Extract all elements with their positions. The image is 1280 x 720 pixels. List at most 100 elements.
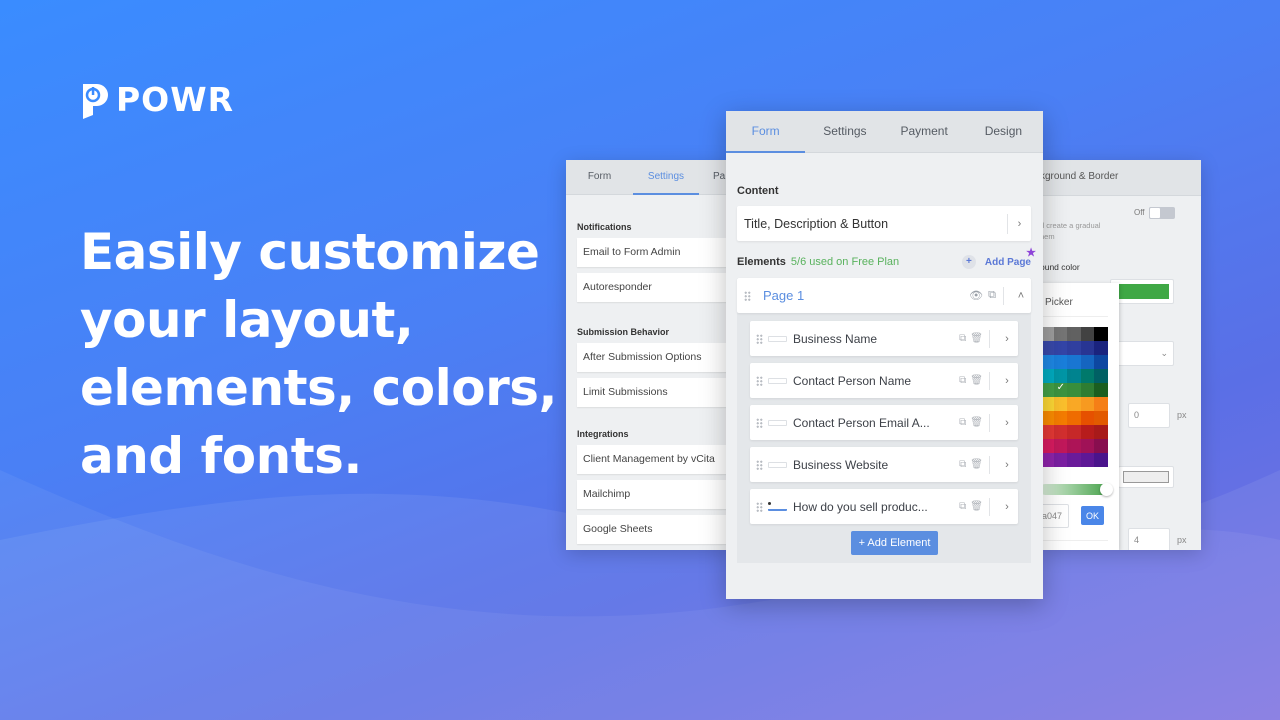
form-element-item[interactable]: Contact Person Email A... ⧉ 🗑 › [750,405,1018,440]
form-element-item[interactable]: Business Website ⧉ 🗑 › [750,447,1018,482]
color-swatch[interactable] [1080,453,1095,467]
settings-item[interactable]: Autoresponder [577,273,731,302]
chevron-up-icon[interactable]: ˄ [1011,290,1031,302]
tab-settings[interactable]: Settings [805,111,884,152]
color-swatch[interactable] [1094,355,1108,369]
color-swatch[interactable] [1053,341,1068,355]
color-swatch[interactable] [1067,425,1081,439]
color-swatch[interactable] [1053,425,1068,439]
color-swatch[interactable] [1067,383,1081,397]
border-color-field[interactable] [1118,466,1174,488]
chevron-right-icon[interactable]: › [996,417,1018,429]
drag-handle-icon[interactable] [756,375,763,386]
item-label: Title, Description & Button [744,216,889,231]
color-swatch[interactable] [1053,327,1068,341]
copy-icon[interactable]: ⧉ [959,375,966,386]
tab-form[interactable]: Form [566,160,633,194]
trash-icon[interactable]: 🗑 [970,375,983,386]
drag-handle-icon[interactable] [756,333,763,344]
chevron-right-icon[interactable]: › [996,501,1018,513]
settings-item[interactable]: Limit Submissions [577,378,731,407]
drag-handle-icon[interactable] [756,417,763,428]
color-swatch[interactable] [1067,355,1081,369]
color-swatch[interactable] [1080,439,1095,453]
color-swatch[interactable] [1094,425,1108,439]
tab-settings[interactable]: Settings [633,160,699,195]
drag-handle-icon[interactable] [756,501,763,512]
trash-icon[interactable]: 🗑 [970,459,983,470]
add-element-button[interactable]: + Add Element [851,531,938,555]
settings-item[interactable]: Mailchimp [577,480,731,509]
tab-design[interactable]: Design [964,111,1043,152]
trash-icon[interactable]: 🗑 [970,333,983,344]
color-swatch[interactable] [1080,397,1095,411]
color-swatch[interactable] [1067,327,1081,341]
radius-input[interactable]: 4 [1128,528,1170,550]
color-swatch[interactable] [1080,341,1095,355]
copy-icon[interactable]: ⧉ [959,501,966,512]
page-header[interactable]: Page 1 👁 ⧉ ˄ [737,278,1031,313]
tab-form[interactable]: Form [726,111,806,153]
color-swatch[interactable] [1094,341,1108,355]
color-swatch[interactable] [1094,369,1108,383]
color-swatch[interactable] [1067,439,1081,453]
color-swatch[interactable] [1067,341,1081,355]
copy-icon[interactable]: ⧉ [988,289,996,302]
tab-payment[interactable]: Payment [885,111,964,152]
form-element-item[interactable]: Contact Person Name ⧉ 🗑 › [750,363,1018,398]
color-swatch[interactable] [1080,369,1095,383]
color-swatch[interactable] [1094,383,1108,397]
color-swatch[interactable] [1094,453,1108,467]
chevron-right-icon[interactable]: › [996,333,1018,345]
color-swatch[interactable] [1094,397,1108,411]
color-swatch[interactable] [1094,439,1108,453]
trash-icon[interactable]: 🗑 [970,501,983,512]
form-element-item[interactable]: Business Name ⧉ 🗑 › [750,321,1018,356]
color-swatch[interactable] [1053,439,1068,453]
copy-icon[interactable]: ⧉ [959,459,966,470]
add-page-button[interactable]: + Add Page ★ [961,247,1036,269]
copy-icon[interactable]: ⧉ [959,417,966,428]
drag-handle-icon[interactable] [756,459,763,470]
color-swatch[interactable] [1080,355,1095,369]
color-swatch[interactable] [1053,369,1068,383]
color-swatch[interactable] [1094,411,1108,425]
form-element-item[interactable]: How do you sell produc... ⧉ 🗑 › [750,489,1018,524]
color-swatch[interactable] [1053,453,1068,467]
copy-icon[interactable]: ⧉ [959,333,966,344]
hex-input[interactable]: a047 [1040,504,1069,528]
color-swatch[interactable] [1067,369,1081,383]
color-swatch[interactable] [1067,453,1081,467]
settings-item[interactable]: After Submission Options [577,343,731,372]
gradient-toggle[interactable] [1149,207,1175,219]
color-swatch[interactable] [1053,411,1068,425]
slider-handle[interactable] [1100,483,1113,496]
tab-background-border[interactable]: kground & Border [1040,160,1201,196]
color-swatch[interactable] [1080,411,1095,425]
eye-icon[interactable]: 👁 [969,289,983,302]
drag-handle-icon[interactable] [744,290,751,301]
settings-item[interactable]: Client Management by vCita [577,445,731,474]
title-description-button-item[interactable]: Title, Description & Button › [737,206,1031,241]
bg-color-field[interactable] [1110,279,1174,304]
color-swatch[interactable] [1067,411,1081,425]
trash-icon[interactable]: 🗑 [970,417,983,428]
color-swatch[interactable] [1053,355,1068,369]
color-swatch[interactable] [1080,425,1095,439]
color-swatch[interactable] [1053,382,1068,397]
chevron-right-icon[interactable]: › [996,375,1018,387]
settings-item[interactable]: Email to Form Admin [577,238,731,267]
color-swatch[interactable] [1080,327,1095,341]
ok-button[interactable]: OK [1081,506,1104,525]
color-swatch[interactable] [1080,383,1095,397]
border-style-select[interactable]: ⌄ [1110,341,1174,366]
border-width-input[interactable]: 0 [1128,403,1170,428]
list-field-icon [768,502,787,511]
color-swatch[interactable] [1053,397,1068,411]
settings-item[interactable]: Google Sheets [577,515,731,544]
shade-slider[interactable] [1040,483,1113,496]
chevron-right-icon[interactable]: › [996,459,1018,471]
color-swatch[interactable] [1067,397,1081,411]
color-swatch[interactable] [1094,327,1108,341]
settings-panel: Form Settings Pa Notifications Email to … [566,160,731,550]
